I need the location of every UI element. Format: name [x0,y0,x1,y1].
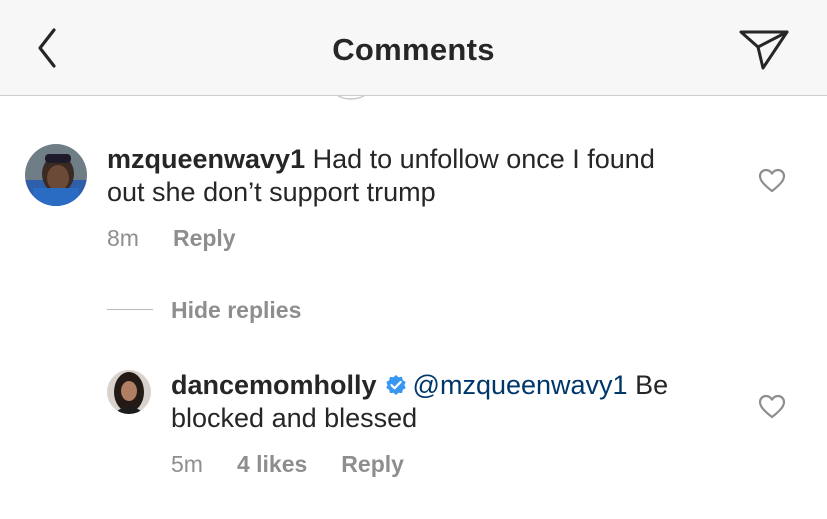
reply-body-line1: Be [635,370,669,400]
reply-meta: 5m 4 likes Reply [171,451,438,478]
comment-body-line2: out she don’t support trump [107,177,436,207]
hide-replies-button[interactable]: Hide replies [171,297,301,324]
page-title: Comments [332,32,495,67]
comment-text: mzqueenwavy1 Had to unfollow once I foun… [107,143,655,209]
paper-plane-icon [739,30,789,70]
heart-outline-icon[interactable] [758,394,786,420]
heart-outline-icon[interactable] [758,168,786,194]
reply-time: 5m [171,451,203,477]
reply-button[interactable]: Reply [341,451,404,477]
likes-count[interactable]: 4 likes [237,451,307,477]
reply-text: dancemomholly @mzqueenwavy1 Be blocked a… [171,369,668,435]
reply-button[interactable]: Reply [173,225,236,251]
reply-body-line2: blocked and blessed [171,403,418,433]
comment-time: 8m [107,225,139,251]
comment-meta: 8m Reply [107,225,270,252]
comment-username[interactable]: mzqueenwavy1 [107,144,305,174]
scroll-indicator [337,95,365,100]
avatar[interactable] [107,370,151,414]
mention-link[interactable]: @mzqueenwavy1 [413,370,628,400]
hide-replies-divider [107,309,153,310]
verified-badge-icon [385,375,406,395]
header-bar: Comments [0,0,827,96]
share-button[interactable] [737,26,791,72]
reply-username[interactable]: dancemomholly [171,370,377,400]
avatar[interactable] [25,144,87,206]
comment-body-line1: Had to unfollow once I found [312,144,655,174]
